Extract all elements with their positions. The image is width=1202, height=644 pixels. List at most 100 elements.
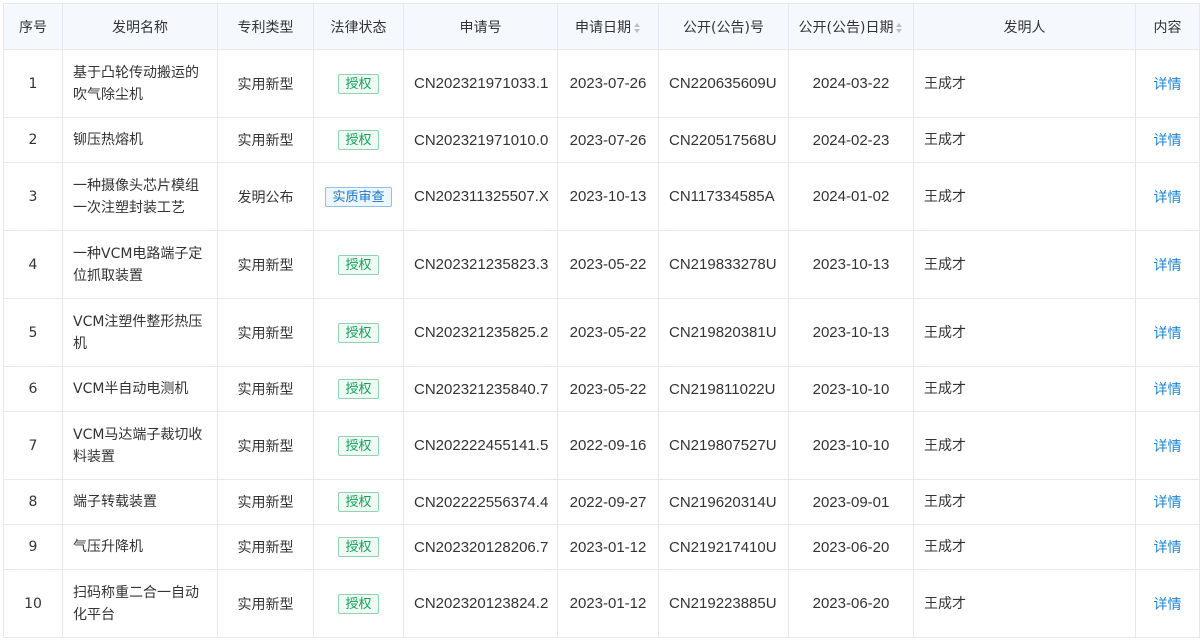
invention-name: 一种VCM电路端子定位抓取装置 [62,230,218,299]
detail-link[interactable]: 详情 [1154,439,1182,455]
table-row: 2 铆压热熔机 实用新型 授权 CN202321971010.0 2023-07-26 CN… [3,117,1200,163]
content-cell: 详情 [1135,230,1200,299]
detail-link[interactable]: 详情 [1154,597,1182,613]
patent-type: 发明公布 [217,162,314,231]
header-app-date-label: 申请日期 [575,19,631,36]
inventor: 王成才 [913,411,1136,480]
patent-type: 实用新型 [217,49,314,118]
sort-icon[interactable] [634,22,641,33]
invention-name: 端子转载装置 [62,479,218,525]
status-badge: 实质审查 [325,186,392,207]
detail-link[interactable]: 详情 [1154,77,1182,93]
patent-type: 实用新型 [217,569,314,638]
table-row: 7 VCM马达端子裁切收料装置 实用新型 授权 CN202222455141.5 2022… [3,411,1200,480]
inventor: 王成才 [913,298,1136,367]
content-cell: 详情 [1135,366,1200,412]
publication-date: 2024-03-22 [788,49,914,118]
patent-type: 实用新型 [217,479,314,525]
publication-date: 2024-01-02 [788,162,914,231]
application-date: 2023-01-12 [557,524,659,570]
table-row: 9 气压升降机 实用新型 授权 CN202320128206.7 2023-01-12 CN… [3,524,1200,570]
detail-link[interactable]: 详情 [1154,382,1182,398]
status-badge: 授权 [338,492,379,512]
inventor: 王成才 [913,524,1136,570]
application-date: 2023-05-22 [557,366,659,412]
publication-number: CN219807527U [658,411,789,480]
row-number: 5 [3,298,63,367]
header-status: 法律状态 [313,3,404,50]
application-number: CN202320128206.7 [403,524,558,570]
legal-status-cell: 授权 [313,479,404,525]
row-number: 6 [3,366,63,412]
application-number: CN202321235823.3 [403,230,558,299]
header-no: 序号 [3,3,63,50]
content-cell: 详情 [1135,298,1200,367]
detail-link[interactable]: 详情 [1154,133,1182,149]
table-row: 5 VCM注塑件整形热压机 实用新型 授权 CN202321235825.2 2023-0… [3,298,1200,367]
status-badge: 授权 [338,379,379,399]
inventor: 王成才 [913,162,1136,231]
detail-link[interactable]: 详情 [1154,495,1182,511]
detail-link[interactable]: 详情 [1154,326,1182,342]
invention-name: 扫码称重二合一自动化平台 [62,569,218,638]
inventor: 王成才 [913,479,1136,525]
table-row: 10 扫码称重二合一自动化平台 实用新型 授权 CN202320123824.2 2023… [3,569,1200,638]
legal-status-cell: 授权 [313,569,404,638]
table-row: 8 端子转载装置 实用新型 授权 CN202222556374.4 2022-09-27 C… [3,479,1200,525]
header-pub-date[interactable]: 公开(公告)日期 [788,3,914,50]
content-cell: 详情 [1135,479,1200,525]
publication-number: CN219820381U [658,298,789,367]
content-cell: 详情 [1135,49,1200,118]
table-row: 3 一种摄像头芯片模组一次注塑封装工艺 发明公布 实质审查 CN202311325507… [3,162,1200,231]
application-number: CN202222556374.4 [403,479,558,525]
publication-number: CN219217410U [658,524,789,570]
inventor: 王成才 [913,230,1136,299]
table-row: 6 VCM半自动电测机 实用新型 授权 CN202321235840.7 2023-05-… [3,366,1200,412]
header-inventor: 发明人 [913,3,1136,50]
header-content: 内容 [1135,3,1200,50]
publication-date: 2023-06-20 [788,524,914,570]
application-date: 2023-05-22 [557,298,659,367]
invention-name: VCM半自动电测机 [62,366,218,412]
patent-type: 实用新型 [217,298,314,367]
row-number: 3 [3,162,63,231]
header-app-date[interactable]: 申请日期 [557,3,659,50]
invention-name: VCM注塑件整形热压机 [62,298,218,367]
row-number: 7 [3,411,63,480]
detail-link[interactable]: 详情 [1154,190,1182,206]
application-date: 2022-09-16 [557,411,659,480]
patent-type: 实用新型 [217,411,314,480]
patent-type: 实用新型 [217,230,314,299]
row-number: 8 [3,479,63,525]
status-badge: 授权 [338,254,379,275]
header-name: 发明名称 [62,3,218,50]
application-date: 2023-10-13 [557,162,659,231]
header-pub-no: 公开(公告)号 [658,3,789,50]
invention-name: 一种摄像头芯片模组一次注塑封装工艺 [62,162,218,231]
detail-link[interactable]: 详情 [1154,540,1182,556]
publication-date: 2023-09-01 [788,479,914,525]
application-number: CN202321971010.0 [403,117,558,163]
inventor: 王成才 [913,49,1136,118]
legal-status-cell: 授权 [313,366,404,412]
application-date: 2023-05-22 [557,230,659,299]
invention-name: VCM马达端子裁切收料装置 [62,411,218,480]
application-number: CN202321235825.2 [403,298,558,367]
patent-type: 实用新型 [217,117,314,163]
status-badge: 授权 [338,593,379,614]
application-number: CN202321971033.1 [403,49,558,118]
publication-date: 2023-10-13 [788,230,914,299]
publication-date: 2023-10-10 [788,411,914,480]
legal-status-cell: 授权 [313,230,404,299]
publication-number: CN219620314U [658,479,789,525]
inventor: 王成才 [913,569,1136,638]
legal-status-cell: 授权 [313,524,404,570]
header-type: 专利类型 [217,3,314,50]
inventor: 王成才 [913,366,1136,412]
detail-link[interactable]: 详情 [1154,258,1182,274]
application-date: 2023-01-12 [557,569,659,638]
application-date: 2022-09-27 [557,479,659,525]
header-pub-date-label: 公开(公告)日期 [798,19,894,36]
invention-name: 铆压热熔机 [62,117,218,163]
sort-icon[interactable] [896,22,903,33]
